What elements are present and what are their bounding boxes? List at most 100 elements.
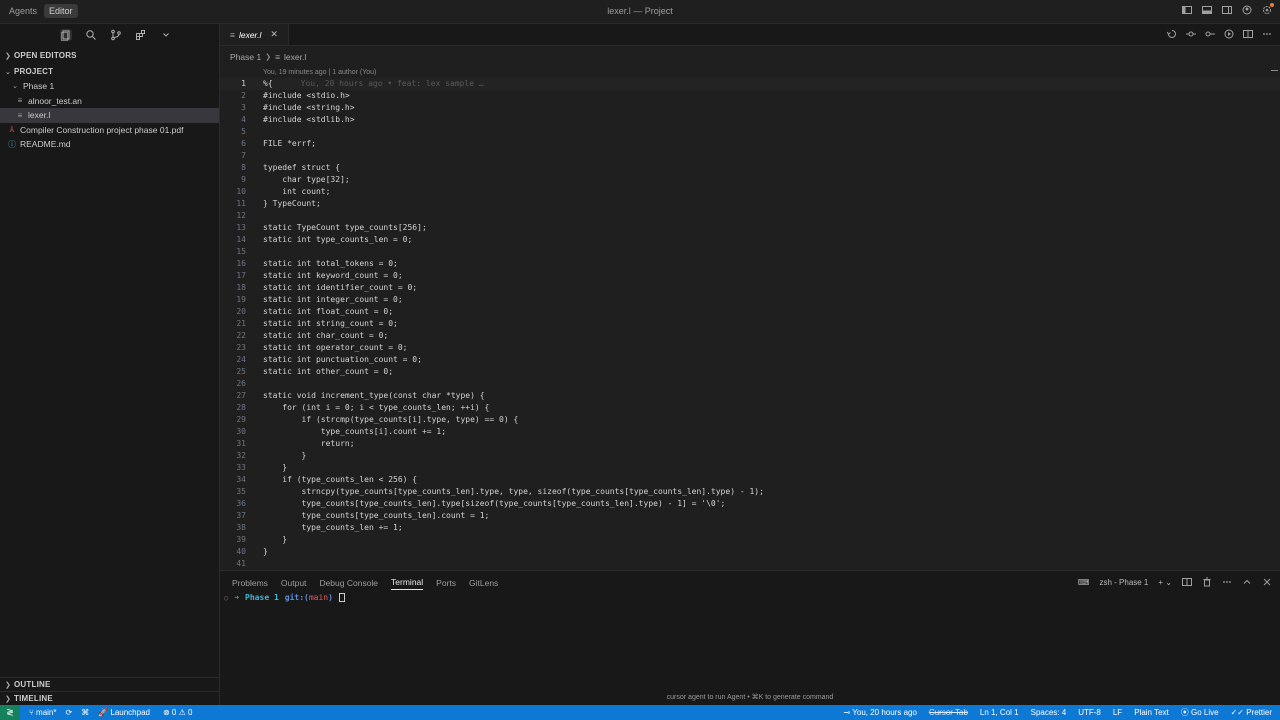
editor-mode-tab[interactable]: Editor bbox=[44, 4, 78, 18]
tab-output[interactable]: Output bbox=[281, 578, 307, 588]
go-live-item[interactable]: ⦿ Go Live bbox=[1181, 707, 1219, 718]
tab-problems[interactable]: Problems bbox=[232, 578, 268, 588]
cursor-tab-toggle[interactable]: Cursor Tab bbox=[929, 708, 968, 717]
tree-item-phase-1[interactable]: ⌄ Phase 1 bbox=[0, 79, 219, 94]
editor-tab-lexer[interactable]: ≡ lexer.l ✕ bbox=[220, 24, 289, 45]
code-line[interactable]: 12 bbox=[220, 210, 1280, 222]
timeline-back-icon[interactable] bbox=[1167, 29, 1177, 39]
remote-icon[interactable]: ≷ bbox=[0, 705, 20, 720]
toggle-sidebar-icon[interactable] bbox=[1182, 5, 1192, 15]
trash-icon[interactable] bbox=[1202, 577, 1212, 587]
code-line[interactable]: 4 #include <stdlib.h> bbox=[220, 114, 1280, 126]
end-of-line[interactable]: LF bbox=[1113, 708, 1122, 717]
code-line[interactable]: 7 bbox=[220, 150, 1280, 162]
code-line[interactable]: 8 typedef struct { bbox=[220, 162, 1280, 174]
more-views-chevron-icon[interactable] bbox=[160, 29, 172, 41]
language-mode[interactable]: Plain Text bbox=[1134, 708, 1169, 717]
code-line[interactable]: 2 #include <stdio.h> bbox=[220, 90, 1280, 102]
code-line[interactable]: 36 type_counts[type_counts_len].type[siz… bbox=[220, 498, 1280, 510]
code-line[interactable]: 34 if (type_counts_len < 256) { bbox=[220, 474, 1280, 486]
gitlens-icon[interactable]: ⌘ bbox=[81, 708, 89, 717]
prettier-item[interactable]: ✓✓ Prettier bbox=[1231, 708, 1272, 717]
breadcrumb-file[interactable]: lexer.l bbox=[284, 52, 306, 62]
code-line[interactable]: 20 static int float_count = 0; bbox=[220, 306, 1280, 318]
git-compare-icon[interactable] bbox=[1205, 29, 1215, 39]
encoding[interactable]: UTF-8 bbox=[1078, 708, 1101, 717]
close-icon[interactable]: ✕ bbox=[270, 29, 278, 40]
code-line[interactable]: 32 } bbox=[220, 450, 1280, 462]
outline-header[interactable]: ❯ OUTLINE bbox=[0, 677, 220, 691]
code-line[interactable]: 35 strncpy(type_counts[type_counts_len].… bbox=[220, 486, 1280, 498]
toggle-panel-icon[interactable] bbox=[1202, 5, 1212, 15]
more-actions-icon[interactable] bbox=[1262, 29, 1272, 39]
code-line[interactable]: 33 } bbox=[220, 462, 1280, 474]
timeline-header[interactable]: ❯ TIMELINE bbox=[0, 691, 220, 705]
code-line[interactable]: 27 static void increment_type(const char … bbox=[220, 390, 1280, 402]
terminal-name[interactable]: zsh - Phase 1 bbox=[1099, 578, 1148, 587]
code-line[interactable]: 6 FILE *errf; bbox=[220, 138, 1280, 150]
split-terminal-icon[interactable] bbox=[1182, 577, 1192, 587]
accounts-icon[interactable] bbox=[1242, 5, 1252, 15]
code-line[interactable]: 28 for (int i = 0; i < type_counts_len; … bbox=[220, 402, 1280, 414]
launchpad-item[interactable]: 🚀 Launchpad bbox=[98, 708, 150, 717]
cursor-position[interactable]: Ln 1, Col 1 bbox=[980, 708, 1019, 717]
code-line[interactable]: 22 static int char_count = 0; bbox=[220, 330, 1280, 342]
open-editors-header[interactable]: ❯ OPEN EDITORS bbox=[0, 48, 219, 63]
code-line[interactable]: 39 } bbox=[220, 534, 1280, 546]
indentation[interactable]: Spaces: 4 bbox=[1031, 708, 1067, 717]
branch-item[interactable]: ⑂ main* bbox=[29, 708, 56, 717]
code-line[interactable]: 17 static int keyword_count = 0; bbox=[220, 270, 1280, 282]
tab-gitlens[interactable]: GitLens bbox=[469, 578, 498, 588]
tree-item-alnoor-test[interactable]: ≡ alnoor_test.an bbox=[0, 94, 219, 109]
code-line[interactable]: 23 static int operator_count = 0; bbox=[220, 342, 1280, 354]
code-line[interactable]: 25 static int other_count = 0; bbox=[220, 366, 1280, 378]
code-line[interactable]: 15 bbox=[220, 246, 1280, 258]
source-control-icon[interactable] bbox=[110, 29, 122, 41]
sync-icon[interactable]: ⟳ bbox=[65, 708, 72, 717]
breadcrumb-folder[interactable]: Phase 1 bbox=[230, 52, 261, 62]
code-line[interactable]: 30 type_counts[i].count += 1; bbox=[220, 426, 1280, 438]
tab-terminal[interactable]: Terminal bbox=[391, 577, 424, 590]
tab-ports[interactable]: Ports bbox=[436, 578, 456, 588]
close-panel-icon[interactable] bbox=[1262, 577, 1272, 587]
code-line[interactable]: 26 bbox=[220, 378, 1280, 390]
code-line[interactable]: 37 type_counts[type_counts_len].count = … bbox=[220, 510, 1280, 522]
code-line[interactable]: 21 static int string_count = 0; bbox=[220, 318, 1280, 330]
terminal-prompt[interactable]: ○ ➜ Phase 1 git:(main) bbox=[224, 593, 345, 602]
code-line[interactable]: 19 static int integer_count = 0; bbox=[220, 294, 1280, 306]
new-terminal-plus-icon[interactable]: + ⌄ bbox=[1158, 578, 1172, 587]
code-editor[interactable]: 1 %{You, 20 hours ago • feat: lex sample … bbox=[220, 78, 1280, 570]
code-line[interactable]: 31 return; bbox=[220, 438, 1280, 450]
code-line[interactable]: 24 static int punctuation_count = 0; bbox=[220, 354, 1280, 366]
code-line[interactable]: 16 static int total_tokens = 0; bbox=[220, 258, 1280, 270]
explorer-files-icon[interactable] bbox=[60, 29, 72, 41]
code-line[interactable]: 13 static TypeCount type_counts[256]; bbox=[220, 222, 1280, 234]
code-line[interactable]: 29 if (strcmp(type_counts[i].type, type)… bbox=[220, 414, 1280, 426]
code-line[interactable]: 40} bbox=[220, 546, 1280, 558]
code-line[interactable]: 11} TypeCount; bbox=[220, 198, 1280, 210]
agents-mode-tab[interactable]: Agents bbox=[4, 4, 42, 18]
code-line[interactable]: 41 bbox=[220, 558, 1280, 570]
extensions-icon[interactable] bbox=[135, 29, 147, 41]
tab-debug-console[interactable]: Debug Console bbox=[319, 578, 378, 588]
tree-item-compiler-pdf[interactable]: ⅄ Compiler Construction project phase 01… bbox=[0, 123, 219, 138]
code-line[interactable]: 5 bbox=[220, 126, 1280, 138]
search-icon[interactable] bbox=[85, 29, 97, 41]
toggle-secondary-sidebar-icon[interactable] bbox=[1222, 5, 1232, 15]
tree-item-readme[interactable]: ⓘ README.md bbox=[0, 137, 219, 152]
code-line[interactable]: 18 static int identifier_count = 0; bbox=[220, 282, 1280, 294]
maximize-panel-icon[interactable] bbox=[1242, 577, 1252, 587]
problems-item[interactable]: ⊗ 0 ⚠ 0 bbox=[163, 708, 192, 717]
run-icon[interactable] bbox=[1224, 29, 1234, 39]
codelens-blame[interactable]: You, 19 minutes ago | 1 author (You) bbox=[263, 69, 376, 76]
project-header[interactable]: ⌄ PROJECT bbox=[0, 64, 219, 79]
code-line[interactable]: 14 static int type_counts_len = 0; bbox=[220, 234, 1280, 246]
blame-item[interactable]: ⊸ You, 20 hours ago bbox=[843, 708, 916, 717]
settings-gear-icon[interactable] bbox=[1262, 3, 1274, 15]
more-actions-icon[interactable] bbox=[1222, 577, 1232, 587]
code-line[interactable]: 9 char type[32]; bbox=[220, 174, 1280, 186]
code-line[interactable]: 1 %{You, 20 hours ago • feat: lex sample … bbox=[220, 78, 1280, 90]
tree-item-lexer[interactable]: ≡ lexer.l bbox=[0, 108, 219, 123]
code-line[interactable]: 3 #include <string.h> bbox=[220, 102, 1280, 114]
git-commit-icon[interactable] bbox=[1186, 29, 1196, 39]
